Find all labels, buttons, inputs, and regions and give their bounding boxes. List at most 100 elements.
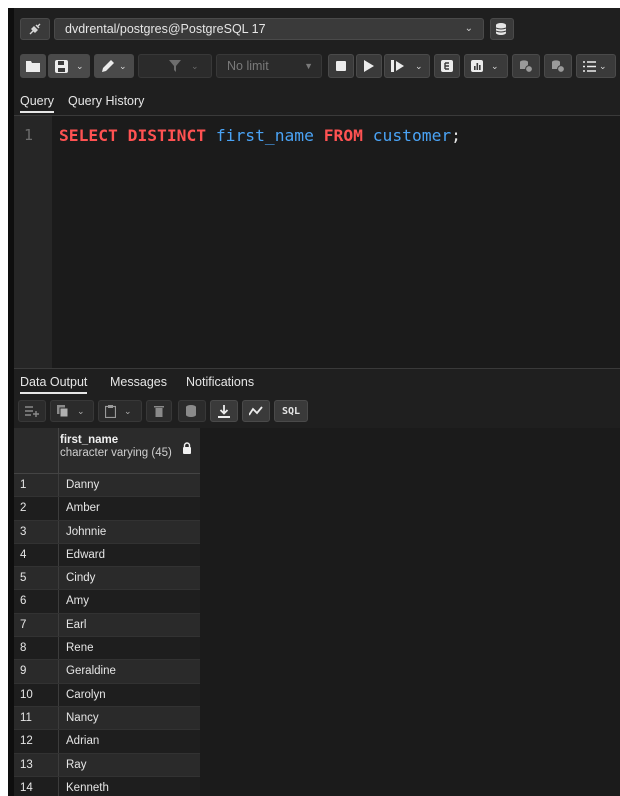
explain-analyze-button[interactable]: ⌄ xyxy=(464,54,508,78)
table-row[interactable]: 13 Ray xyxy=(14,753,200,777)
row-limit-select[interactable]: No limit ▼ xyxy=(216,54,322,78)
table-row[interactable]: 10 Carolyn xyxy=(14,683,200,707)
table-row[interactable]: 14 Kenneth xyxy=(14,776,200,796)
cell-first-name[interactable]: Rene xyxy=(66,637,94,659)
tab-query-history[interactable]: Query History xyxy=(68,94,144,108)
macros-button[interactable]: ⌄ xyxy=(576,54,616,78)
commit-button[interactable] xyxy=(512,54,540,78)
chevron-down-icon: ⌄ xyxy=(124,405,132,416)
rollback-button[interactable] xyxy=(544,54,572,78)
row-number[interactable]: 10 xyxy=(14,683,59,706)
explain-button[interactable] xyxy=(434,54,460,78)
pencil-icon xyxy=(102,60,114,72)
row-number[interactable]: 6 xyxy=(14,590,59,613)
new-connection-button[interactable] xyxy=(490,18,514,40)
cell-first-name[interactable]: Cindy xyxy=(66,567,95,589)
explain-icon xyxy=(441,60,453,72)
delete-row-button[interactable] xyxy=(146,400,172,422)
save-file-button[interactable]: ⌄ xyxy=(48,54,90,78)
row-number[interactable]: 11 xyxy=(14,706,59,730)
column-type: character varying (45) xyxy=(60,447,172,459)
line-number: 1 xyxy=(24,126,34,144)
tab-data-output[interactable]: Data Output xyxy=(20,375,88,394)
add-row-button[interactable] xyxy=(18,400,46,422)
add-row-icon xyxy=(25,406,39,417)
row-number[interactable]: 9 xyxy=(14,660,59,683)
cell-first-name[interactable]: Geraldine xyxy=(66,660,116,682)
cell-first-name[interactable]: Nancy xyxy=(66,707,99,729)
cell-first-name[interactable]: Ray xyxy=(66,754,86,776)
cell-first-name[interactable]: Johnnie xyxy=(66,521,106,543)
execute-script-button[interactable]: ⌄ xyxy=(384,54,430,78)
query-tool-main: dvdrental/postgres@PostgreSQL 17 ⌄ ⌄ ⌄ ⌄… xyxy=(14,8,620,796)
download-icon xyxy=(218,404,230,418)
connection-status-button[interactable] xyxy=(20,18,50,40)
stop-button[interactable] xyxy=(328,54,354,78)
row-number[interactable]: 4 xyxy=(14,543,59,567)
row-number[interactable]: 14 xyxy=(14,776,59,796)
cell-first-name[interactable]: Kenneth xyxy=(66,777,109,796)
query-toolbar: ⌄ ⌄ ⌄ No limit ▼ ⌄ ⌄ ⌄ xyxy=(14,48,620,86)
sql-code-line[interactable]: SELECT DISTINCT first_name FROM customer… xyxy=(59,126,461,145)
stop-icon xyxy=(336,61,346,71)
query-tool-window: dvdrental/postgres@PostgreSQL 17 ⌄ ⌄ ⌄ ⌄… xyxy=(8,8,620,796)
output-tabs: Data Output Messages Notifications xyxy=(14,368,620,396)
table-row[interactable]: 12 Adrian xyxy=(14,730,200,754)
edit-button[interactable]: ⌄ xyxy=(94,54,134,78)
save-data-icon xyxy=(186,405,196,417)
chevron-down-icon: ⌄ xyxy=(76,60,84,71)
table-row[interactable]: 1 Danny xyxy=(14,474,200,498)
sql-button[interactable]: SQL xyxy=(274,400,308,422)
column-name: first_name xyxy=(60,434,119,446)
table-row[interactable]: 3 Johnnie xyxy=(14,520,200,544)
row-number-header xyxy=(14,428,59,474)
download-button[interactable] xyxy=(210,400,238,422)
play-script-icon xyxy=(391,60,404,72)
tab-messages[interactable]: Messages xyxy=(110,375,167,389)
cell-first-name[interactable]: Earl xyxy=(66,614,86,636)
tab-notifications[interactable]: Notifications xyxy=(186,375,254,389)
commit-icon xyxy=(520,60,533,73)
table-row[interactable]: 9 Geraldine xyxy=(14,660,200,684)
filter-button[interactable]: ⌄ xyxy=(138,54,212,78)
row-number[interactable]: 7 xyxy=(14,613,59,637)
graph-visualiser-button[interactable] xyxy=(242,400,270,422)
save-data-button[interactable] xyxy=(178,400,206,422)
row-number[interactable]: 12 xyxy=(14,730,59,753)
table-row[interactable]: 6 Amy xyxy=(14,590,200,614)
open-file-button[interactable] xyxy=(20,54,46,78)
row-number[interactable]: 2 xyxy=(14,497,59,520)
row-number[interactable]: 5 xyxy=(14,567,59,590)
cell-first-name[interactable]: Carolyn xyxy=(66,684,106,706)
table-row[interactable]: 7 Earl xyxy=(14,613,200,638)
keyword-distinct: DISTINCT xyxy=(127,126,207,145)
paste-button[interactable]: ⌄ xyxy=(98,400,142,422)
disconnected-plug-icon xyxy=(29,23,41,35)
connection-label: dvdrental/postgres@PostgreSQL 17 xyxy=(65,22,266,36)
row-number[interactable]: 8 xyxy=(14,637,59,660)
column-header-first-name[interactable]: first_name character varying (45) xyxy=(60,434,172,459)
table-row[interactable]: 8 Rene xyxy=(14,637,200,661)
table-row[interactable]: 4 Edward xyxy=(14,543,200,568)
row-number[interactable]: 13 xyxy=(14,753,59,776)
cell-first-name[interactable]: Adrian xyxy=(66,730,99,752)
cell-first-name[interactable]: Danny xyxy=(66,474,99,496)
execute-button[interactable] xyxy=(356,54,382,78)
sql-label: SQL xyxy=(281,405,301,417)
table-row[interactable]: 11 Nancy xyxy=(14,706,200,731)
table-row[interactable]: 5 Cindy xyxy=(14,567,200,591)
cell-first-name[interactable]: Amy xyxy=(66,590,89,612)
cell-first-name[interactable]: Edward xyxy=(66,544,105,566)
chevron-down-icon: ⌄ xyxy=(191,60,199,71)
cell-first-name[interactable]: Amber xyxy=(66,497,100,519)
row-number[interactable]: 3 xyxy=(14,520,59,543)
connection-select[interactable]: dvdrental/postgres@PostgreSQL 17 ⌄ xyxy=(54,18,484,40)
row-number[interactable]: 1 xyxy=(14,474,59,497)
sql-editor[interactable]: 1 SELECT DISTINCT first_name FROM custom… xyxy=(14,116,620,368)
copy-button[interactable]: ⌄ xyxy=(50,400,94,422)
table-row[interactable]: 2 Amber xyxy=(14,497,200,521)
folder-icon xyxy=(26,61,40,72)
tab-query[interactable]: Query xyxy=(20,94,55,113)
grid-header: first_name character varying (45) xyxy=(14,428,200,474)
identifier-table: customer xyxy=(372,126,452,145)
